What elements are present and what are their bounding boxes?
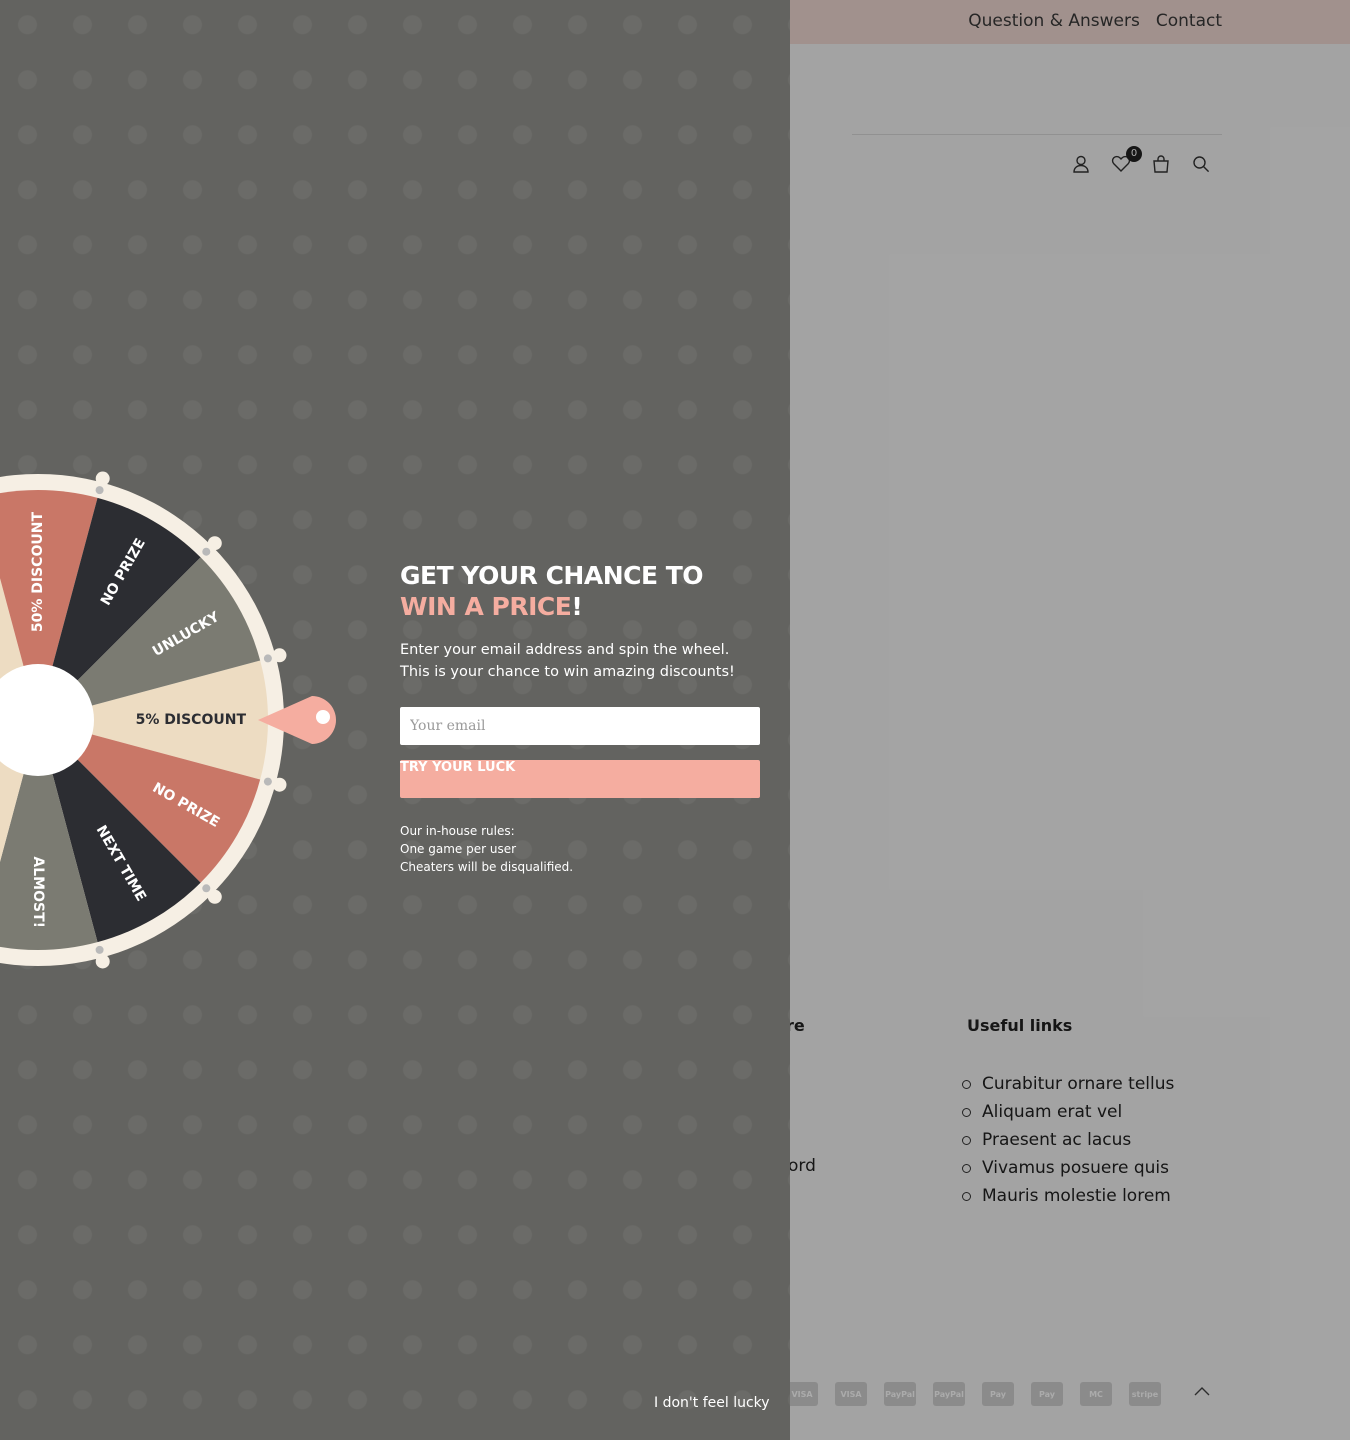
wheel-segment-label: 5% DISCOUNT: [136, 712, 247, 728]
wheel-segment-label: 50% DISCOUNT: [30, 512, 46, 633]
try-your-luck-button[interactable]: TRY YOUR LUCK: [400, 760, 760, 798]
spin-wheel-popup: 5% DISCOUNT NO PRIZE NEXT TIME ALMOST! 50% D…: [0, 0, 790, 1440]
rules-line: One game per user: [400, 842, 517, 856]
email-input[interactable]: [400, 707, 760, 745]
popup-title: GET YOUR CHANCE TO WIN A PRICE!: [400, 560, 760, 622]
title-accent: WIN A PRICE: [400, 592, 572, 621]
dismiss-link[interactable]: I don't feel lucky: [654, 1395, 770, 1411]
rules-line: Cheaters will be disqualified.: [400, 860, 574, 874]
try-your-luck-label: TRY YOUR LUCK: [400, 760, 516, 775]
popup-subtitle: Enter your email address and spin the wh…: [400, 642, 735, 680]
title-text: GET YOUR CHANCE TO: [400, 561, 704, 590]
rules-line: Our in-house rules:: [400, 824, 515, 838]
wheel-segment-label: ALMOST!: [30, 856, 46, 928]
title-end: !: [571, 592, 583, 621]
popup-rules: Our in-house rules: One game per user Ch…: [400, 822, 573, 876]
